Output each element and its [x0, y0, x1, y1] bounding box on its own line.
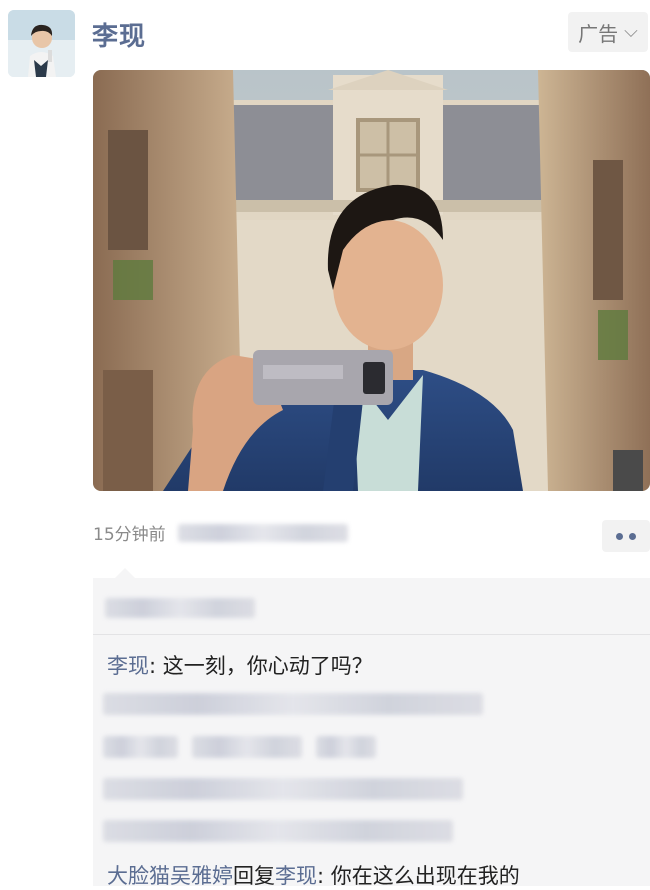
blurred-source [177, 523, 348, 542]
author-avatar[interactable] [8, 10, 75, 77]
comment-separator: : [317, 864, 331, 888]
author-name[interactable]: 李现 [92, 16, 146, 53]
comment-separator: : [149, 654, 163, 678]
more-actions-button[interactable] [602, 520, 650, 552]
comment-text: 这一刻，你心动了吗？ [162, 654, 373, 678]
chevron-down-icon: ⌵ [624, 20, 638, 42]
blurred-text [103, 778, 463, 800]
blurred-likes [105, 598, 255, 618]
reply-word: 回复 [233, 864, 275, 888]
blurred-comment [103, 820, 453, 842]
ad-badge-button[interactable]: 广告 ⌵ [568, 12, 648, 52]
post-time: 15分钟前 [93, 525, 166, 545]
comment-text: 你在这么出现在我的 [330, 864, 520, 888]
comment-author[interactable]: 李现 [107, 654, 149, 678]
post-meta: 15分钟前 [93, 520, 348, 545]
blurred-text [103, 693, 483, 715]
reply-target[interactable]: 李现 [275, 864, 317, 888]
ad-label: 广告 [578, 21, 619, 46]
comment-section: 李现: 这一刻，你心动了吗？ 大脸猫吴雅婷回复李现: 你在这么出现在我的 [93, 568, 650, 888]
more-dot-icon [616, 532, 623, 540]
more-dot-icon [629, 532, 636, 540]
post-image[interactable] [93, 70, 650, 491]
likes-line [105, 598, 255, 622]
comment-author[interactable]: 大脸猫吴雅婷 [107, 864, 233, 888]
blurred-comment [103, 693, 483, 715]
post-photo-illustration [93, 70, 650, 491]
blurred-comment [103, 736, 376, 758]
blurred-comment [103, 778, 463, 800]
blurred-text [103, 736, 178, 758]
divider [93, 634, 650, 635]
blurred-text [103, 820, 453, 842]
avatar-image [8, 10, 75, 77]
blurred-text [316, 736, 376, 758]
comment-item[interactable]: 李现: 这一刻，你心动了吗？ [107, 650, 373, 680]
blurred-text [192, 736, 302, 758]
